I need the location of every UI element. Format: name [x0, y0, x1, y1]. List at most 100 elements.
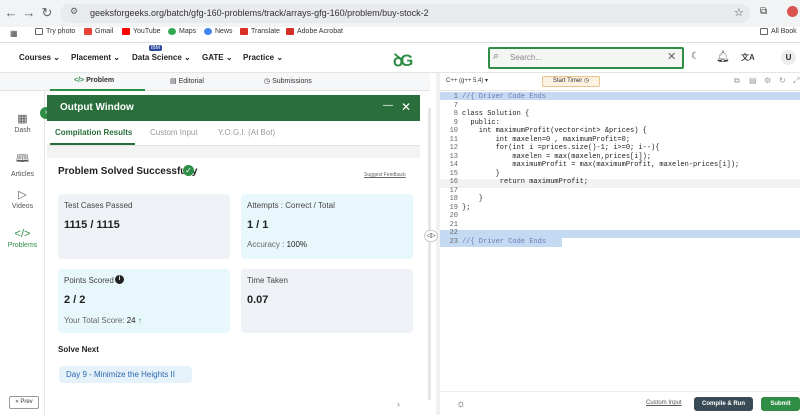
card-value: 2 / 2 — [64, 294, 86, 306]
apps-icon[interactable]: ▦ — [10, 29, 18, 38]
theme-sun-icon[interactable]: ☼ — [456, 398, 466, 410]
close-icon[interactable]: ✕ — [667, 50, 676, 63]
moon-icon[interactable]: ☾ — [691, 51, 700, 62]
back-icon[interactable]: ← — [2, 4, 20, 22]
dashboard-icon: ▦ — [17, 113, 28, 125]
timer-icon: ◷ — [583, 78, 590, 84]
nav-practice[interactable]: Practice ⌄ — [243, 53, 283, 62]
timer-label: Start Timer — [552, 78, 583, 84]
accuracy-label: Accuracy : — [247, 240, 285, 249]
search-placeholder: Search... — [510, 53, 543, 62]
editor-toolbar — [440, 73, 800, 91]
sidebar-item-label: Articles — [11, 171, 34, 178]
sidebar-item-videos[interactable]: ▷ Videos — [0, 188, 45, 210]
code-line: }; — [462, 203, 471, 212]
active-tab-indicator — [50, 89, 145, 91]
bookmark-maps[interactable]: Maps — [168, 28, 196, 35]
bookmark-gmail[interactable]: Gmail — [84, 28, 113, 35]
adobe-icon — [286, 28, 294, 35]
reload-icon[interactable]: ↻ — [38, 4, 56, 22]
settings-icon[interactable]: ⚙ — [764, 76, 771, 85]
folder-icon — [760, 28, 768, 35]
tab-compilation-results[interactable]: Compilation Results — [55, 128, 132, 137]
chevron-right-icon[interactable]: › — [397, 399, 400, 409]
bookmark-youtube[interactable]: YouTube — [122, 28, 161, 35]
avatar[interactable]: U — [781, 50, 796, 65]
copy-icon[interactable]: ⧉ — [734, 76, 740, 86]
sidebar-item-dash[interactable]: ▦ Dash — [0, 112, 45, 134]
sidebar-item-articles[interactable]: 🕮︎ Articles — [0, 150, 45, 178]
solve-next-item[interactable]: Day 9 - Minimize the Heights II — [59, 366, 192, 383]
tab-custom-input[interactable]: Custom Input — [150, 128, 198, 137]
news-icon — [204, 28, 212, 35]
info-icon[interactable]: i — [115, 275, 124, 284]
arrow-up-icon: ↑ — [137, 316, 142, 325]
bookmark-label: YouTube — [133, 28, 161, 35]
line-number: 21 — [449, 220, 458, 229]
bookmark-translate[interactable]: Translate — [240, 28, 280, 35]
chevron-down-icon: ⌄ — [53, 53, 60, 62]
nav-data-science[interactable]: Data Science ⌄ — [132, 53, 191, 62]
compile-run-button[interactable]: Compile & Run — [694, 397, 753, 411]
card-value: 1 / 1 — [247, 219, 269, 231]
accuracy-text: Accuracy : 100% — [247, 240, 307, 249]
bookmark-adobe[interactable]: Adobe Acrobat — [286, 28, 343, 35]
bookmark-star-icon[interactable]: ☆ — [734, 6, 744, 19]
bookmark-all[interactable]: All Book — [760, 28, 797, 35]
translate-icon — [240, 28, 248, 35]
tab-editorial[interactable]: ▤ Editorial — [170, 77, 204, 85]
gfg-logo[interactable]: ꝺG — [393, 48, 413, 71]
tab-submissions[interactable]: ◷ Submissions — [264, 77, 312, 85]
bookmark-news[interactable]: News — [204, 28, 233, 35]
translate-icon[interactable]: 文A — [741, 52, 755, 63]
line-number: 17 — [449, 186, 458, 195]
site-info-icon[interactable]: ⚙ — [70, 6, 78, 17]
prev-button[interactable]: « Prev — [9, 396, 39, 409]
tab-yogi-ai-bot[interactable]: Y.O.G.I. (AI Bot) — [218, 128, 275, 137]
bookmark-label: Translate — [251, 28, 280, 35]
bell-icon[interactable]: 🔔︎ — [716, 50, 730, 63]
nav-courses[interactable]: Courses ⌄ — [19, 53, 60, 62]
fullscreen-icon[interactable]: ⤢ — [793, 76, 799, 86]
bookmark-label: Gmail — [95, 28, 114, 35]
forward-icon[interactable]: → — [20, 4, 38, 22]
reset-icon[interactable]: ↻ — [779, 76, 786, 85]
line-number: 19 — [449, 203, 458, 212]
line-number: 22 — [449, 229, 458, 237]
line-number: 18 — [449, 195, 458, 203]
chevron-down-icon: ⌄ — [184, 53, 191, 62]
editorial-icon: ▤ — [170, 78, 177, 85]
profile-icon[interactable] — [787, 6, 798, 17]
code-line: //{ Driver Code Ends — [462, 237, 547, 246]
card-label: Test Cases Passed — [64, 201, 133, 210]
tab-problem[interactable]: </> Problem — [74, 77, 114, 84]
resize-handle-icon[interactable]: ◁▷ — [424, 230, 438, 242]
chevron-down-icon: ⌄ — [276, 53, 284, 62]
custom-input-link[interactable]: Custom Input — [646, 400, 682, 406]
start-timer-button[interactable]: Start Timer ◷ — [542, 76, 600, 87]
book-icon: 🕮︎ — [16, 153, 29, 165]
line-number: 9 — [453, 118, 458, 127]
close-icon[interactable]: ✕ — [401, 100, 411, 114]
language-select[interactable]: C++ (g++ 5.4) ▾ — [446, 77, 488, 84]
line-number: 12 — [449, 144, 458, 152]
code-line: class Solution { — [462, 110, 530, 118]
bookmark-label: News — [215, 28, 233, 35]
solve-next-heading: Solve Next — [58, 345, 99, 354]
output-window-title: Output Window — [60, 102, 134, 113]
sidebar-item-problems[interactable]: </> Problems — [0, 228, 45, 249]
bookmark-try-photo[interactable]: Try photo — [35, 28, 75, 35]
minimize-icon[interactable]: — — [383, 100, 393, 111]
nav-placement[interactable]: Placement ⌄ — [71, 53, 120, 62]
submit-button[interactable]: Submit — [761, 397, 800, 411]
bookmark-label: All Book — [771, 28, 797, 35]
nav-gate[interactable]: GATE ⌄ — [202, 53, 233, 62]
suggest-feedback-link[interactable]: Suggest Feedback — [364, 172, 406, 178]
sidebar-item-label: Dash — [14, 127, 31, 134]
tab-label: Submissions — [272, 78, 312, 85]
extensions-icon[interactable]: ⧉ — [760, 6, 767, 17]
nav-label: Data Science — [132, 53, 182, 62]
output-scrollbar[interactable] — [428, 108, 431, 400]
nav-label: Courses — [19, 53, 52, 62]
paste-icon[interactable]: ▤ — [749, 76, 757, 85]
